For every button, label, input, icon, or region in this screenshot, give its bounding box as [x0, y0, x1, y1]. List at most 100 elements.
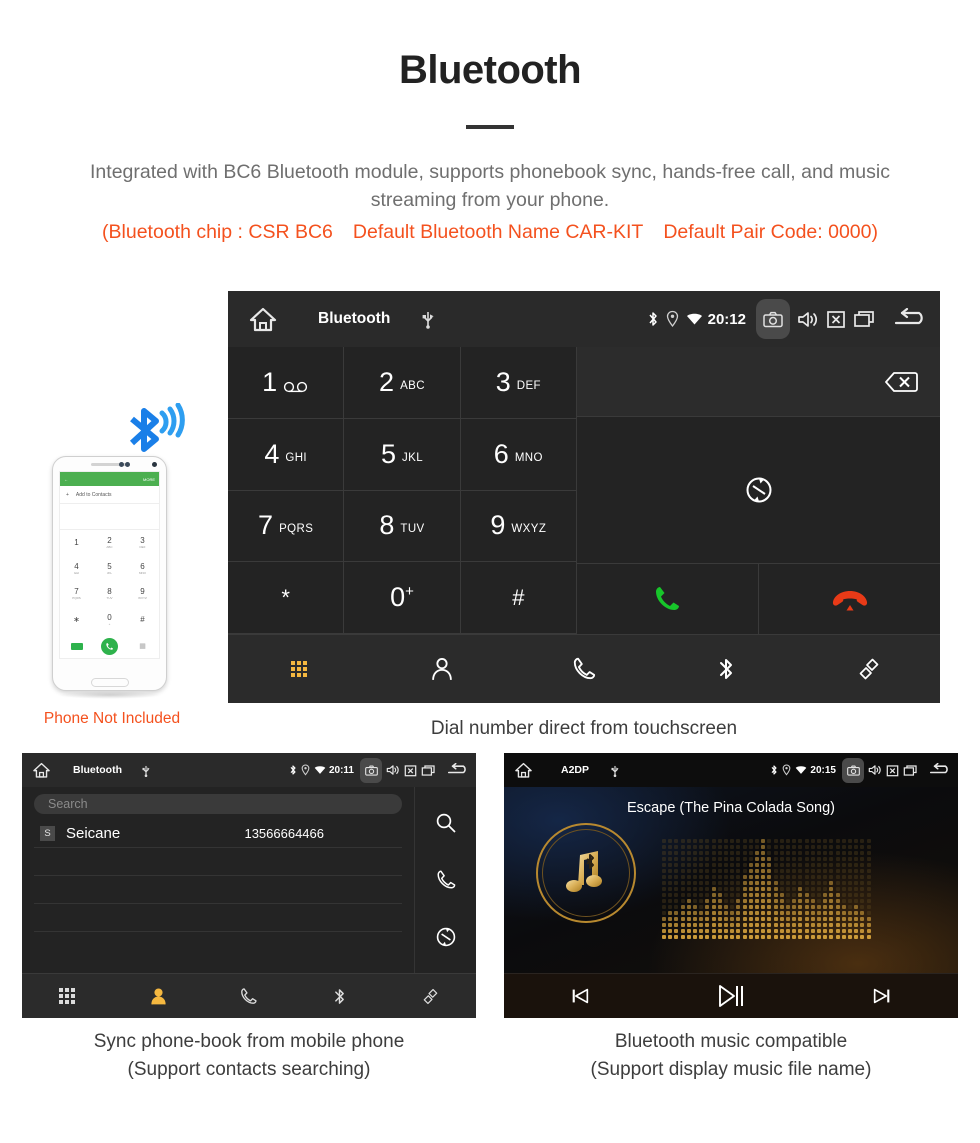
close-box-icon[interactable]	[886, 764, 899, 777]
visualizer-dot	[804, 911, 809, 915]
dial-key-4[interactable]: 4 GHI	[228, 418, 345, 491]
visualizer-dot	[748, 893, 753, 897]
list-item[interactable]	[34, 876, 402, 904]
visualizer-column	[810, 839, 815, 939]
phone-key-digit: 0	[107, 613, 112, 623]
visualizer-dot	[773, 875, 778, 879]
nav-item-call-log[interactable]	[513, 656, 655, 682]
dial-key-2[interactable]: 2 ABC	[344, 347, 461, 419]
visualizer-dot	[823, 863, 828, 867]
visualizer-dot	[823, 923, 828, 927]
visualizer-dot	[835, 881, 840, 885]
nav-item-link[interactable]	[798, 656, 940, 682]
visualizer-dot	[705, 929, 710, 933]
visualizer-dot	[748, 869, 753, 873]
nav-item-contacts[interactable]	[370, 656, 512, 682]
volume-icon[interactable]	[386, 764, 400, 776]
sync-icon[interactable]	[435, 926, 457, 948]
visualizer-dot	[686, 857, 691, 861]
phone-key-letters: PQRS	[72, 596, 81, 601]
visualizer-dot	[705, 917, 710, 921]
home-icon[interactable]	[32, 761, 51, 779]
nav-item-keypad[interactable]	[228, 661, 370, 677]
visualizer-dot	[798, 869, 803, 873]
visualizer-dot	[730, 899, 735, 903]
volume-icon[interactable]	[868, 764, 882, 776]
visualizer-dot	[829, 923, 834, 927]
home-icon[interactable]	[248, 305, 278, 333]
visualizer-dot	[810, 899, 815, 903]
visualizer-dot	[680, 911, 685, 915]
visualizer-dot	[680, 917, 685, 921]
caption-line-1: Sync phone-book from mobile phone	[93, 1031, 405, 1052]
phone-home-button	[90, 678, 129, 687]
visualizer-dot	[817, 851, 821, 855]
back-icon[interactable]	[446, 763, 468, 777]
list-item[interactable]	[34, 848, 402, 876]
visualizer-dot	[773, 863, 778, 867]
search-icon[interactable]	[435, 812, 457, 834]
dial-key-7[interactable]: 7 PQRS	[228, 490, 345, 563]
visualizer-column	[767, 839, 772, 939]
dial-key-0[interactable]: 0+	[344, 562, 461, 634]
camera-icon[interactable]	[360, 757, 382, 783]
nav-item-bluetooth[interactable]	[294, 987, 385, 1006]
dial-key-1[interactable]: 1	[228, 347, 345, 419]
dial-key-5[interactable]: 5 JKL	[344, 418, 461, 491]
visualizer-dot	[854, 875, 859, 879]
dial-key-8[interactable]: 8 TUV	[344, 490, 461, 563]
dial-key-3[interactable]: 3 DEF	[460, 347, 577, 419]
sync-icon[interactable]	[744, 475, 774, 505]
visualizer-dot	[755, 911, 759, 915]
key-letters: JKL	[401, 451, 424, 464]
visualizer-dot	[804, 869, 809, 873]
volume-icon[interactable]	[797, 310, 819, 329]
recents-icon[interactable]	[421, 764, 436, 777]
play-pause-icon[interactable]	[655, 982, 806, 1010]
recents-icon[interactable]	[853, 309, 876, 329]
visualizer-dot	[755, 935, 759, 939]
visualizer-dot	[711, 875, 716, 879]
close-box-icon[interactable]	[826, 309, 846, 329]
music-caption: Bluetooth music compatible (Support disp…	[504, 1028, 958, 1084]
backspace-icon[interactable]	[872, 369, 918, 395]
dial-key-6[interactable]: 6 MNO	[460, 418, 577, 491]
nav-item-bluetooth[interactable]	[655, 656, 797, 682]
camera-icon[interactable]	[756, 299, 790, 339]
skip-next-icon[interactable]	[807, 985, 958, 1007]
phone-icon[interactable]	[435, 869, 457, 891]
visualizer-dot	[730, 857, 735, 861]
recents-icon[interactable]	[903, 764, 918, 777]
hangup-button[interactable]	[759, 564, 940, 634]
visualizer-dot	[680, 923, 685, 927]
skip-previous-icon[interactable]	[504, 985, 655, 1007]
call-button[interactable]	[577, 564, 759, 634]
home-icon[interactable]	[514, 761, 533, 779]
nav-item-contacts[interactable]	[113, 987, 204, 1006]
visualizer-dot	[773, 935, 778, 939]
visualizer-dot	[798, 863, 803, 867]
nav-item-keypad[interactable]	[22, 988, 113, 1004]
phonebook-screen: Bluetooth 20:11 Search S Seicane 1356666…	[22, 753, 476, 1018]
dial-key-star[interactable]: *	[228, 562, 345, 634]
visualizer-dot	[810, 905, 815, 909]
visualizer-dot	[686, 935, 691, 939]
list-item[interactable]	[34, 904, 402, 932]
nav-item-call-log[interactable]	[204, 987, 295, 1006]
dial-key-9[interactable]: 9 WXYZ	[460, 490, 577, 563]
back-icon[interactable]	[928, 763, 950, 777]
nav-item-link[interactable]	[385, 987, 476, 1006]
phone-key-letters: +	[108, 622, 111, 627]
contact-row[interactable]: S Seicane 13566664466	[34, 820, 402, 848]
back-icon[interactable]	[892, 308, 926, 330]
visualizer-column	[817, 839, 821, 939]
close-box-icon[interactable]	[404, 764, 417, 777]
camera-icon[interactable]	[842, 757, 864, 783]
dial-key-hash[interactable]: #	[460, 562, 577, 634]
visualizer-dot	[674, 905, 679, 909]
visualizer-dot	[680, 893, 685, 897]
visualizer-dot	[866, 899, 871, 903]
search-input[interactable]: Search	[34, 794, 402, 814]
visualizer-dot	[848, 875, 852, 879]
visualizer-dot	[730, 845, 735, 849]
